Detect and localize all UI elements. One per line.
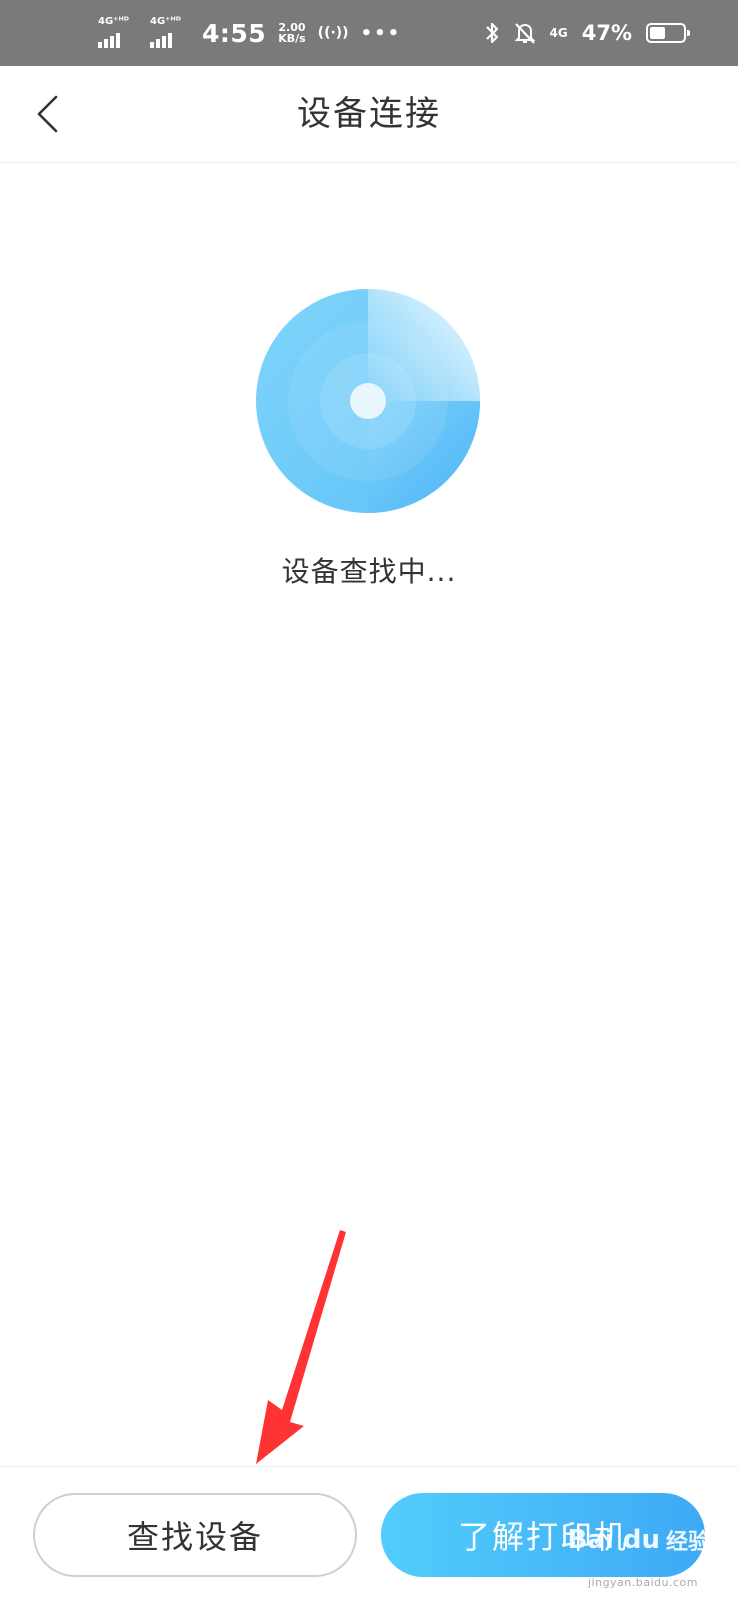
page-title: 设备连接	[297, 94, 441, 134]
bell-off-icon	[514, 23, 535, 44]
battery-icon	[646, 23, 690, 43]
bottom-divider	[0, 1466, 738, 1467]
app-header: 设备连接	[0, 66, 738, 163]
battery-percent: 47%	[581, 21, 632, 45]
status-left: 4G⁺ᴴᴰ 4G⁺ᴴᴰ 4:55 2.00 KB/s ((·)) •••	[98, 0, 401, 66]
bluetooth-icon	[485, 22, 498, 44]
status-right: 4G 47%	[484, 0, 690, 66]
battery-fill	[650, 27, 665, 39]
baidu-watermark: Bai du 经验	[568, 1524, 710, 1556]
find-device-button[interactable]: 查找设备	[33, 1493, 357, 1577]
network-type: 4G	[549, 26, 568, 40]
sim1-label: 4G⁺ᴴᴰ	[98, 16, 129, 27]
more-notifications-icon: •••	[360, 22, 402, 44]
red-arrow-annotation-icon	[256, 1230, 346, 1464]
watermark-cn: 经验	[665, 1530, 710, 1555]
status-time: 4:55	[202, 18, 267, 48]
network-speed: 2.00 KB/s	[278, 22, 305, 44]
speed-unit: KB/s	[278, 32, 306, 45]
watermark-brand: Bai du	[567, 1525, 660, 1555]
sim2-label: 4G⁺ᴴᴰ	[150, 16, 181, 27]
watermark-url: jingyan.baidu.com	[587, 1576, 698, 1589]
signal-sim2-icon: 4G⁺ᴴᴰ	[150, 16, 190, 48]
searching-status: 设备查找中...	[281, 555, 457, 588]
radar-scan-icon	[256, 289, 480, 513]
hotspot-icon: ((·))	[317, 25, 349, 41]
signal-sim1-icon: 4G⁺ᴴᴰ	[98, 16, 138, 48]
status-bar: 4G⁺ᴴᴰ 4G⁺ᴴᴰ 4:55 2.00 KB/s ((·)) ••• 4G …	[0, 0, 738, 66]
